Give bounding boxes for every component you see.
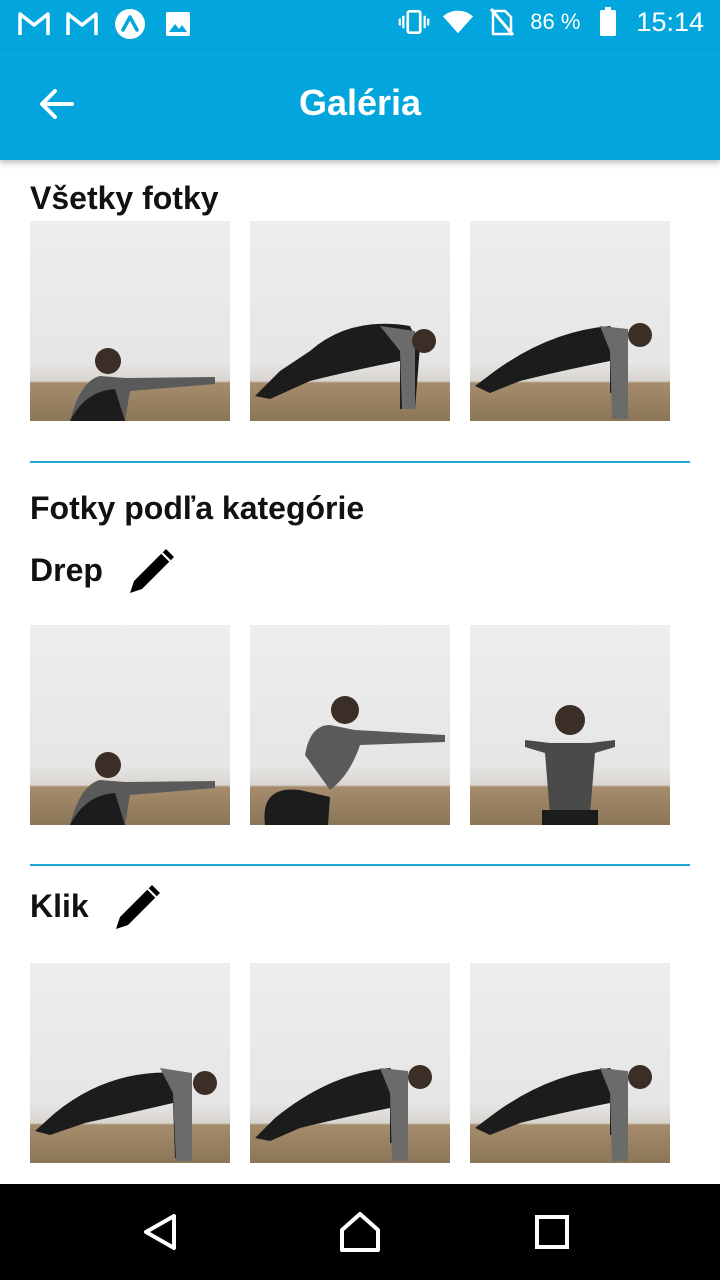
all-photos-row xyxy=(30,221,670,421)
category-header-klik: Klik xyxy=(30,878,167,934)
wifi-icon xyxy=(442,6,474,38)
photo-thumbnail[interactable] xyxy=(470,625,670,825)
edit-pencil-icon[interactable] xyxy=(125,542,181,598)
section-divider xyxy=(30,864,690,866)
category-title: Klik xyxy=(30,887,89,924)
photo-thumbnail[interactable] xyxy=(250,625,450,825)
battery-icon xyxy=(592,6,624,38)
gmail-icon xyxy=(18,8,50,40)
status-bar: 86 % 15:14 xyxy=(0,0,720,50)
section-title-all-photos: Všetky fotky xyxy=(30,180,219,216)
no-sim-icon xyxy=(486,6,518,38)
nav-recents-icon xyxy=(535,1215,569,1249)
edit-pencil-icon[interactable] xyxy=(111,878,167,934)
vibrate-icon xyxy=(398,6,430,38)
photo-thumbnail[interactable] xyxy=(30,963,230,1163)
app-logo-icon xyxy=(114,8,146,40)
nav-home-icon xyxy=(340,1212,380,1252)
section-divider xyxy=(30,461,690,463)
image-icon xyxy=(162,8,194,40)
photo-thumbnail[interactable] xyxy=(250,963,450,1163)
nav-home-button[interactable] xyxy=(336,1208,384,1256)
page-title: Galéria xyxy=(298,82,422,123)
photo-thumbnail[interactable] xyxy=(30,625,230,825)
gmail-icon xyxy=(66,8,98,40)
nav-back-button[interactable] xyxy=(136,1208,184,1256)
nav-back-icon xyxy=(144,1214,176,1250)
section-title-by-category: Fotky podľa kategórie xyxy=(30,490,365,526)
battery-percent: 86 % xyxy=(530,9,581,34)
category-title: Drep xyxy=(30,551,103,588)
clock: 15:14 xyxy=(636,6,704,37)
photo-thumbnail[interactable] xyxy=(470,221,670,421)
app-bar: Galéria xyxy=(0,50,720,160)
nav-recents-button[interactable] xyxy=(528,1208,576,1256)
klik-photos-row xyxy=(30,963,670,1163)
photo-thumbnail[interactable] xyxy=(250,221,450,421)
drep-photos-row xyxy=(30,625,670,825)
status-notification-icons xyxy=(18,8,194,40)
photo-thumbnail[interactable] xyxy=(470,963,670,1163)
status-system-icons: 86 % 15:14 xyxy=(398,6,704,38)
photo-thumbnail[interactable] xyxy=(30,221,230,421)
system-nav-bar xyxy=(0,1184,720,1280)
category-header-drep: Drep xyxy=(30,542,181,598)
